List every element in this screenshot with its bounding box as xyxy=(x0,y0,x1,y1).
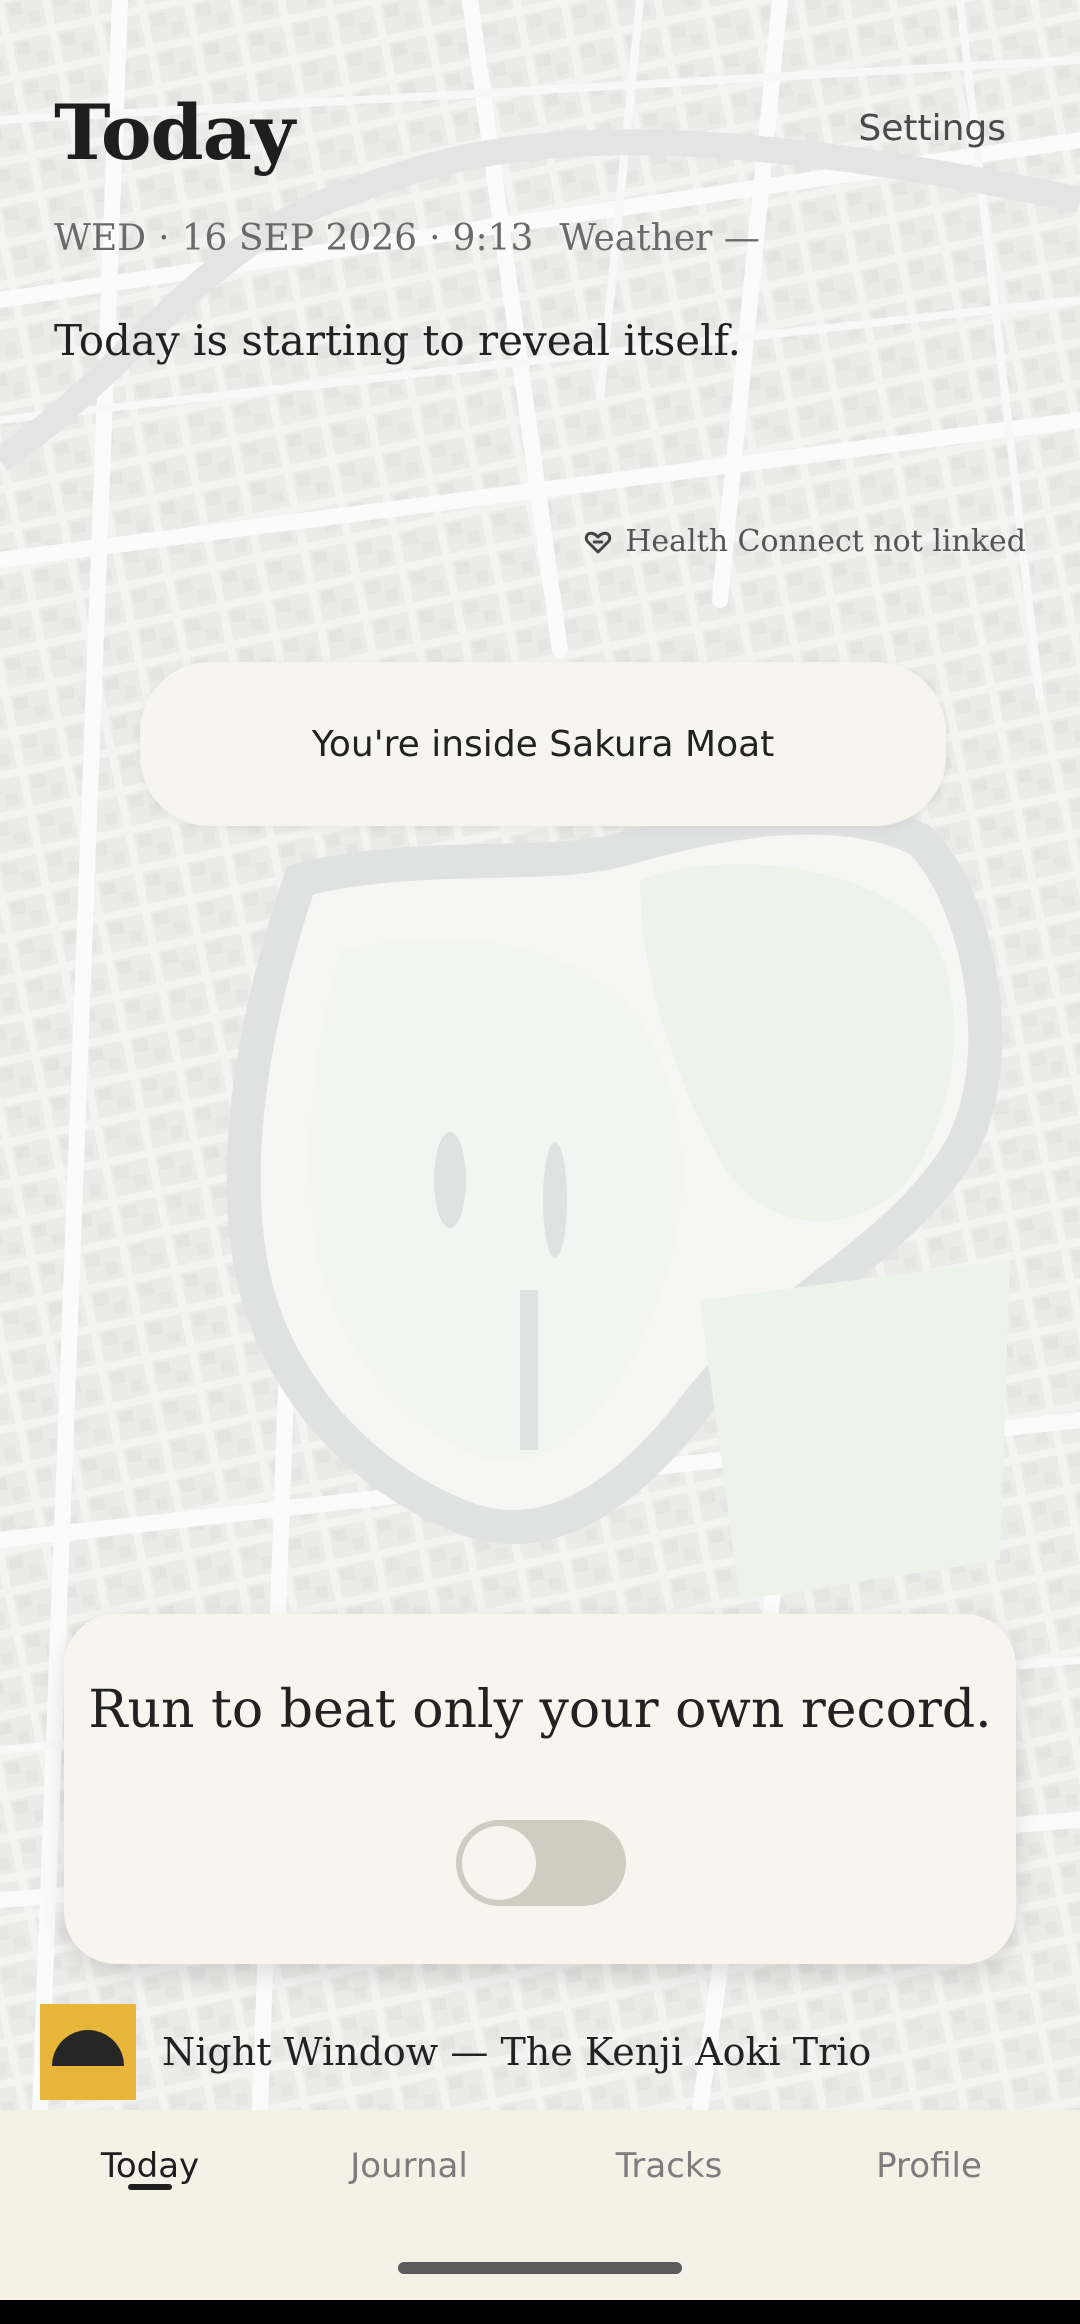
location-banner: You're inside Sakura Moat xyxy=(140,662,946,826)
home-indicator[interactable] xyxy=(398,2262,682,2274)
run-card: Run to beat only your own record. xyxy=(64,1614,1016,1964)
separator-dot: · xyxy=(429,218,441,259)
time: 9:13 xyxy=(452,218,534,259)
health-connect-label: Health Connect not linked xyxy=(625,524,1026,559)
location-banner-text: You're inside Sakura Moat xyxy=(311,723,775,765)
toggle-knob xyxy=(462,1826,536,1900)
tab-today[interactable]: Today xyxy=(15,2146,285,2186)
settings-link[interactable]: Settings xyxy=(858,108,1006,149)
system-nav-strip xyxy=(0,2300,1080,2324)
tab-journal[interactable]: Journal xyxy=(274,2146,544,2186)
sunset-icon xyxy=(52,2030,124,2066)
run-card-title: Run to beat only your own record. xyxy=(88,1680,992,1740)
heart-link-icon xyxy=(585,531,612,553)
date-line: WED · 16 SEP 2026 · 9:13 Weather — xyxy=(54,218,760,259)
daily-tagline: Today is starting to reveal itself. xyxy=(54,316,741,365)
page-title: Today xyxy=(54,88,295,177)
weekday: WED xyxy=(54,218,147,259)
date: 16 SEP 2026 xyxy=(181,218,418,259)
health-connect-status[interactable]: Health Connect not linked xyxy=(583,524,1026,559)
separator-dot: · xyxy=(158,218,170,259)
active-tab-indicator xyxy=(128,2184,172,2190)
now-playing-bar[interactable]: Night Window — The Kenji Aoki Trio xyxy=(40,2004,871,2100)
now-playing-title: Night Window — The Kenji Aoki Trio xyxy=(162,2030,872,2074)
weather-status: Weather — xyxy=(559,218,760,259)
album-art xyxy=(40,2004,136,2100)
tab-tracks[interactable]: Tracks xyxy=(534,2146,804,2186)
run-toggle[interactable] xyxy=(456,1820,626,1906)
tab-profile[interactable]: Profile xyxy=(794,2146,1064,2186)
